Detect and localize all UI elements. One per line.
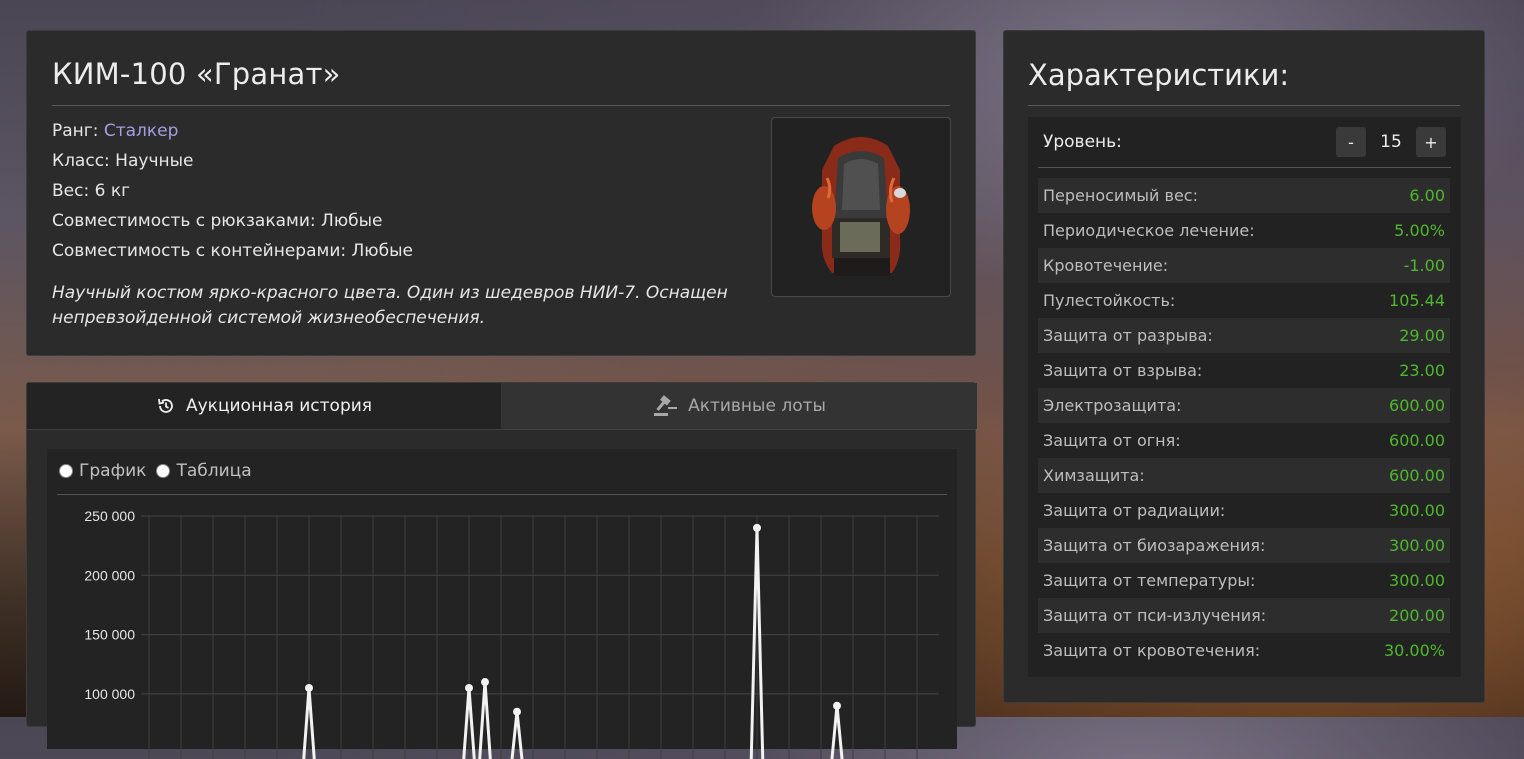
tab-active-lots-label: Активные лоты xyxy=(688,396,826,416)
stat-row: Защита от разрыва: 29.00 xyxy=(1038,318,1450,353)
stat-row: Электрозащита: 600.00 xyxy=(1038,388,1450,423)
stat-row: Пулестойкость: 105.44 xyxy=(1038,283,1450,318)
tab-auction-history-label: Аукционная история xyxy=(185,396,373,416)
price-point xyxy=(305,683,313,692)
stat-value: 600.00 xyxy=(1389,466,1445,485)
stat-value: 200.00 xyxy=(1389,606,1445,625)
stat-value: 105.44 xyxy=(1389,291,1445,310)
history-icon xyxy=(158,398,173,413)
stat-name: Защита от взрыва: xyxy=(1043,361,1203,380)
stat-value: 30.00% xyxy=(1383,641,1445,660)
class-line: Класс: Научные xyxy=(52,151,194,171)
stat-name: Защита от огня: xyxy=(1043,431,1181,450)
backpack-compat-line: Совместимость с рюкзаками: Любые xyxy=(52,211,383,231)
stat-value: 300.00 xyxy=(1389,501,1445,520)
stat-value: -1.00 xyxy=(1403,256,1445,275)
price-point xyxy=(833,701,841,710)
stat-name: Химзащита: xyxy=(1043,466,1145,485)
history-content: График Таблица 250 000 200 000 150 000 100 … xyxy=(47,449,957,759)
level-value: 15 xyxy=(1380,132,1402,152)
item-info-panel: КИМ-100 «Гранат» Ранг: Сталкер Класс: На… xyxy=(26,30,976,356)
stat-row: Переносимый вес: 6.00 xyxy=(1038,178,1450,213)
item-image xyxy=(771,117,951,297)
stat-name: Пулестойкость: xyxy=(1043,291,1176,310)
suit-image xyxy=(812,137,910,276)
stat-value: 300.00 xyxy=(1389,571,1445,590)
level-divider xyxy=(1038,167,1451,168)
chart-divider xyxy=(57,494,947,495)
stat-row: Защита от кровотечения: 30.00% xyxy=(1038,633,1450,668)
y-tick-label: 200 000 xyxy=(84,567,135,583)
stat-row: Защита от пси-излучения: 200.00 xyxy=(1038,598,1450,633)
stat-value: 300.00 xyxy=(1389,536,1445,555)
item-description: Научный костюм ярко-красного цвета. Один… xyxy=(52,283,728,328)
stat-row: Защита от температуры: 300.00 xyxy=(1038,563,1450,598)
gavel-icon xyxy=(654,395,678,416)
stats-table: Уровень: - 15 + Переносимый вес: 6.00 Пери… xyxy=(1028,117,1461,677)
stat-value: 600.00 xyxy=(1389,431,1445,450)
y-tick-label: 100 000 xyxy=(84,686,135,702)
price-point xyxy=(465,683,473,692)
item-title: КИМ-100 «Гранат» xyxy=(52,57,341,91)
stat-name: Защита от разрыва: xyxy=(1043,326,1213,345)
container-compat-line: Совместимость с контейнерами: Любые xyxy=(52,241,413,261)
stat-row: Химзащита: 600.00 xyxy=(1038,458,1450,493)
level-row: Уровень: - 15 + xyxy=(1043,127,1446,157)
stat-row: Защита от радиации: 300.00 xyxy=(1038,493,1450,528)
stats-divider xyxy=(1028,105,1460,106)
stat-name: Электрозащита: xyxy=(1043,396,1182,415)
title-divider xyxy=(52,105,950,106)
tab-active-lots[interactable]: Активные лоты xyxy=(501,383,977,429)
auction-panel: Аукционная история Активные лоты График … xyxy=(26,382,977,759)
stat-row: Защита от взрыва: 23.00 xyxy=(1038,353,1450,388)
stat-name: Кровотечение: xyxy=(1043,256,1169,275)
stat-name: Защита от биозаражения: xyxy=(1043,536,1266,555)
stat-value: 23.00 xyxy=(1399,361,1445,380)
graph-radio-label[interactable]: График xyxy=(79,461,146,481)
level-increment-button[interactable]: + xyxy=(1416,127,1446,157)
stat-value: 29.00 xyxy=(1399,326,1445,345)
rank-line: Ранг: Сталкер xyxy=(52,121,178,141)
stat-row: Кровотечение: -1.00 xyxy=(1038,248,1450,283)
table-radio-label[interactable]: Таблица xyxy=(176,461,251,481)
stat-name: Защита от температуры: xyxy=(1043,571,1256,590)
price-line xyxy=(510,711,524,759)
y-tick-label: 150 000 xyxy=(84,627,135,643)
stat-name: Защита от радиации: xyxy=(1043,501,1226,520)
stat-name: Защита от кровотечения: xyxy=(1043,641,1261,660)
price-point xyxy=(753,523,761,532)
rank-link[interactable]: Сталкер xyxy=(104,121,179,141)
stat-row: Защита от огня: 600.00 xyxy=(1038,423,1450,458)
stats-panel: Характеристики: Уровень: - 15 + Переноси… xyxy=(1003,30,1485,703)
tab-divider xyxy=(27,429,975,430)
graph-radio[interactable] xyxy=(59,464,73,478)
view-toggle: График Таблица xyxy=(59,461,252,481)
weight-line: Вес: 6 кг xyxy=(52,181,131,201)
tab-auction-history[interactable]: Аукционная история xyxy=(27,383,501,429)
stat-value: 6.00 xyxy=(1409,186,1445,205)
stat-row: Периодическое лечение: 5.00% xyxy=(1038,213,1450,248)
level-decrement-button[interactable]: - xyxy=(1336,127,1366,157)
price-point xyxy=(513,707,521,716)
stat-value: 600.00 xyxy=(1389,396,1445,415)
price-chart: 250 000 200 000 150 000 100 000 xyxy=(84,508,939,759)
stats-title: Характеристики: xyxy=(1028,58,1290,92)
y-tick-label: 250 000 xyxy=(84,508,135,524)
level-label: Уровень: xyxy=(1043,132,1122,152)
stat-name: Защита от пси-излучения: xyxy=(1043,606,1267,625)
price-line xyxy=(830,705,844,759)
rank-label: Ранг: xyxy=(52,121,104,141)
stat-name: Периодическое лечение: xyxy=(1043,221,1255,240)
stat-value: 5.00% xyxy=(1394,221,1445,240)
stat-row: Защита от биозаражения: 300.00 xyxy=(1038,528,1450,563)
table-radio[interactable] xyxy=(156,464,171,478)
price-point xyxy=(481,678,489,687)
stat-name: Переносимый вес: xyxy=(1043,186,1198,205)
